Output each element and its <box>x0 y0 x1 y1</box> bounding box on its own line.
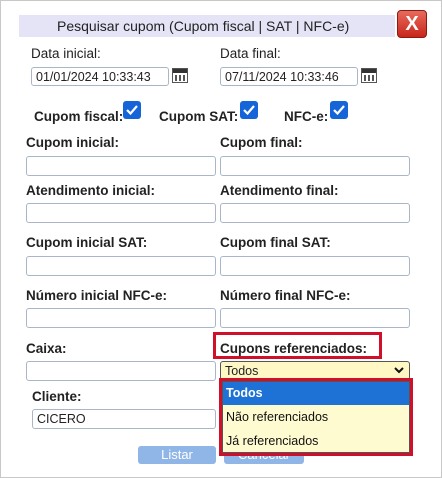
numero-final-nfce-label: Número final NFC-e: <box>220 288 351 303</box>
atendimento-final-label: Atendimento final: <box>220 183 339 198</box>
caixa-label: Caixa: <box>26 341 67 356</box>
start-date-input[interactable]: 01/01/2024 10:33:43 <box>31 67 169 86</box>
sat-checkbox[interactable] <box>240 101 258 119</box>
close-icon: X <box>405 13 419 35</box>
chevron-down-icon <box>394 367 404 374</box>
dialog-titlebar: Pesquisar cupom (Cupom fiscal | SAT | NF… <box>19 15 395 37</box>
cliente-input[interactable]: CICERO <box>32 409 216 429</box>
checkmark-icon <box>243 105 255 116</box>
close-button[interactable]: X <box>397 10 427 38</box>
checkmark-icon <box>126 105 138 116</box>
atendimento-inicial-input[interactable] <box>26 203 216 223</box>
atendimento-final-input[interactable] <box>220 203 410 223</box>
end-date-label: Data final: <box>220 46 281 61</box>
search-coupon-dialog: Pesquisar cupom (Cupom fiscal | SAT | NF… <box>0 0 442 478</box>
cupom-final-input[interactable] <box>220 156 410 176</box>
checkmark-icon <box>333 105 345 116</box>
fiscal-checkbox[interactable] <box>123 101 141 119</box>
numero-inicial-nfce-input[interactable] <box>26 308 216 328</box>
caixa-input[interactable] <box>26 361 216 381</box>
select-value: Todos <box>225 364 259 378</box>
cupom-inicial-sat-label: Cupom inicial SAT: <box>26 235 148 250</box>
dialog-title: Pesquisar cupom (Cupom fiscal | SAT | NF… <box>57 18 350 34</box>
end-date-input[interactable]: 07/11/2024 10:33:46 <box>220 67 358 86</box>
calendar-icon[interactable] <box>361 68 377 83</box>
highlight-box-dropdown <box>219 378 413 456</box>
cupom-final-label: Cupom final: <box>220 135 303 150</box>
numero-inicial-nfce-label: Número inicial NFC-e: <box>26 288 168 303</box>
sat-label: Cupom SAT: <box>159 109 239 124</box>
cliente-label: Cliente: <box>32 389 82 404</box>
cupom-inicial-input[interactable] <box>26 156 216 176</box>
cupom-final-sat-label: Cupom final SAT: <box>220 235 331 250</box>
listar-button[interactable]: Listar <box>138 446 216 464</box>
cupom-inicial-sat-input[interactable] <box>26 256 216 276</box>
nfce-checkbox[interactable] <box>330 101 348 119</box>
nfce-label: NFC-e: <box>284 109 329 124</box>
atendimento-inicial-label: Atendimento inicial: <box>26 183 156 198</box>
highlight-box-label <box>213 332 382 359</box>
cupom-final-sat-input[interactable] <box>220 256 410 276</box>
numero-final-nfce-input[interactable] <box>220 308 410 328</box>
fiscal-label: Cupom fiscal: <box>34 109 124 124</box>
start-date-label: Data inicial: <box>31 46 101 61</box>
calendar-icon[interactable] <box>172 68 188 83</box>
cupom-inicial-label: Cupom inicial: <box>26 135 120 150</box>
